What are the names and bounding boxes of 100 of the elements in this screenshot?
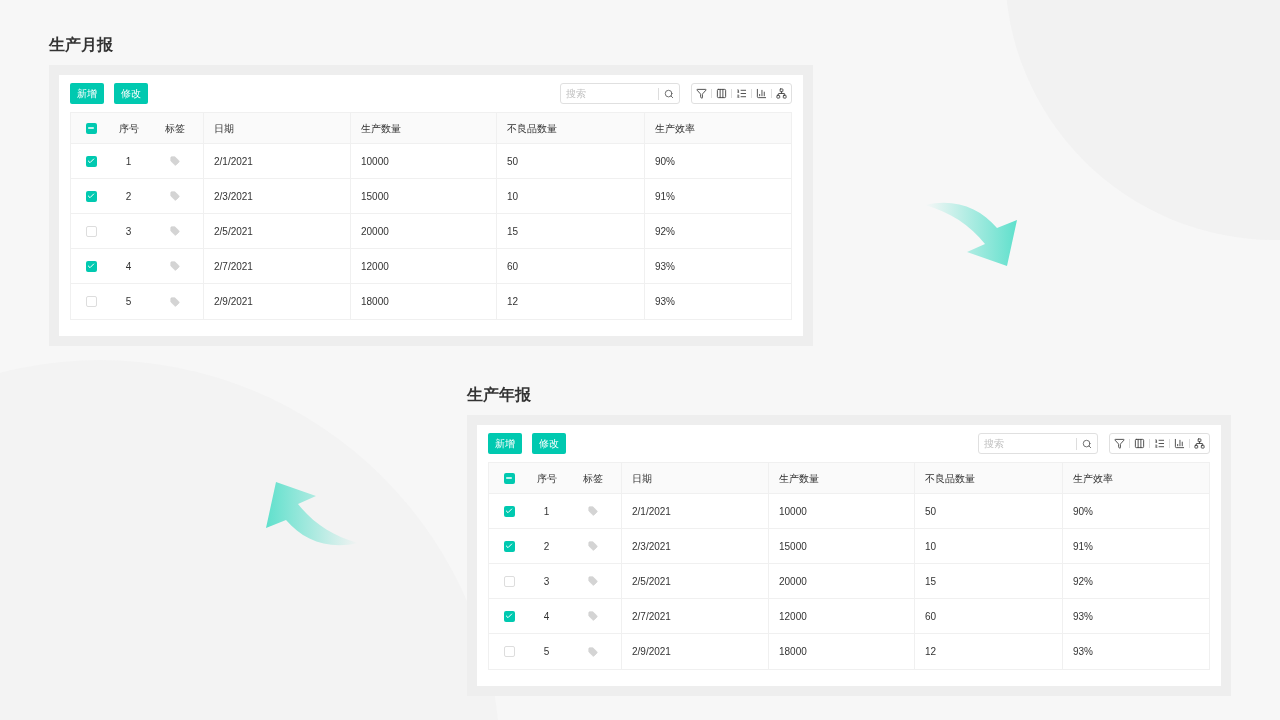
column-header: 生产数量 — [361, 121, 401, 136]
table-cell-text: 60 — [507, 259, 519, 274]
table-cell-text: 50 — [507, 154, 519, 169]
table-cell-text: 15 — [507, 224, 519, 239]
filter-icon[interactable] — [696, 88, 707, 99]
search-field[interactable]: 搜索 — [566, 86, 658, 101]
columns-icon[interactable] — [716, 88, 727, 99]
search-field[interactable]: 搜索 — [984, 436, 1076, 451]
table-cell-text: 2/7/2021 — [632, 609, 671, 624]
table-cell-text: 2 — [543, 539, 550, 554]
checkbox[interactable] — [503, 472, 515, 484]
tag-icon — [587, 611, 598, 621]
tag-icon — [587, 576, 598, 586]
table-cell-text: 10 — [507, 189, 519, 204]
checkbox[interactable] — [85, 296, 97, 307]
table-cell-text: 10 — [925, 539, 937, 554]
table-cell-text: 3 — [543, 574, 550, 589]
table-cell-text: 20000 — [779, 574, 807, 589]
table-cell-text: 1 — [125, 154, 132, 169]
table-cell-text: 2/5/2021 — [214, 224, 253, 239]
bar-chart-icon[interactable] — [756, 88, 767, 99]
tag-icon — [587, 646, 598, 657]
action-button[interactable]: 修改 — [114, 83, 148, 104]
action-button[interactable]: 新增 — [488, 433, 522, 454]
checkbox[interactable] — [85, 122, 97, 134]
check-icon — [505, 542, 513, 550]
column-header: 序号 — [118, 121, 139, 136]
table-cell-text: 4 — [125, 259, 132, 274]
check-icon — [87, 157, 95, 165]
checkbox[interactable] — [85, 225, 97, 237]
action-button[interactable]: 修改 — [532, 433, 566, 454]
columns-icon[interactable] — [1134, 438, 1145, 449]
column-header: 标签 — [164, 121, 185, 136]
bar-chart-icon[interactable] — [1174, 438, 1185, 449]
table-cell-text: 2/7/2021 — [214, 259, 253, 274]
checkbox[interactable] — [503, 540, 515, 552]
table-cell-text: 93% — [655, 259, 675, 274]
tag-icon — [169, 226, 180, 236]
table-cell-text: 90% — [1073, 504, 1093, 519]
table-cell-text: 12 — [507, 295, 519, 309]
column-header: 生产数量 — [779, 471, 819, 486]
search-box[interactable]: 搜索 — [560, 83, 680, 104]
check-icon — [87, 192, 95, 200]
minus-icon — [87, 124, 95, 132]
table-cell-text: 92% — [1073, 574, 1093, 589]
checkbox[interactable] — [503, 505, 515, 517]
table-cell-text: 12000 — [361, 259, 389, 274]
checkbox[interactable] — [85, 260, 97, 272]
table-cell-text: 2 — [125, 189, 132, 204]
column-header: 日期 — [632, 471, 652, 486]
list-icon[interactable] — [1154, 438, 1165, 449]
tag-icon — [587, 541, 598, 551]
table-cell-text: 10000 — [361, 154, 389, 169]
hierarchy-icon[interactable] — [776, 88, 787, 99]
column-header: 生产效率 — [1073, 471, 1113, 486]
search-icon[interactable] — [1082, 438, 1092, 449]
table-cell-text: 50 — [925, 504, 937, 519]
table-cell-text: 2/9/2021 — [214, 295, 253, 309]
column-header: 不良品数量 — [925, 471, 975, 486]
column-header: 日期 — [214, 121, 234, 136]
checkbox[interactable] — [503, 575, 515, 587]
minus-icon — [505, 474, 513, 482]
table-cell-text: 92% — [655, 224, 675, 239]
table-cell-text: 2/1/2021 — [632, 504, 671, 519]
check-icon — [505, 612, 513, 620]
check-icon — [505, 507, 513, 515]
check-icon — [87, 262, 95, 270]
search-icon[interactable] — [664, 88, 674, 99]
column-header: 序号 — [536, 471, 557, 486]
filter-icon[interactable] — [1114, 438, 1125, 449]
checkbox[interactable] — [85, 190, 97, 202]
table-cell-text: 93% — [655, 295, 675, 309]
table-cell-text: 5 — [125, 295, 132, 309]
list-icon[interactable] — [736, 88, 747, 99]
table-cell-text: 1 — [543, 504, 550, 519]
table-cell-text: 15000 — [779, 539, 807, 554]
action-button[interactable]: 新增 — [70, 83, 104, 104]
hierarchy-icon[interactable] — [1194, 438, 1205, 449]
table-cell-text: 10000 — [779, 504, 807, 519]
checkbox[interactable] — [503, 610, 515, 622]
table-cell-text: 2/3/2021 — [632, 539, 671, 554]
table-cell-text: 4 — [543, 609, 550, 624]
tag-icon — [169, 296, 180, 307]
tag-icon — [169, 191, 180, 201]
checkbox[interactable] — [85, 155, 97, 167]
table-cell-text: 15 — [925, 574, 937, 589]
checkbox[interactable] — [503, 646, 515, 657]
table-cell-text: 3 — [125, 224, 132, 239]
column-header: 不良品数量 — [507, 121, 557, 136]
search-box[interactable]: 搜索 — [978, 433, 1098, 454]
table-cell-text: 93% — [1073, 645, 1093, 659]
section-title: 生产年报 — [467, 385, 532, 405]
column-header: 标签 — [582, 471, 603, 486]
table-cell-text: 91% — [655, 189, 675, 204]
table-cell-text: 90% — [655, 154, 675, 169]
table-cell-text: 12 — [925, 645, 937, 659]
table-cell-text: 20000 — [361, 224, 389, 239]
table-cell-text: 12000 — [779, 609, 807, 624]
table-cell-text: 60 — [925, 609, 937, 624]
tag-icon — [169, 156, 180, 166]
